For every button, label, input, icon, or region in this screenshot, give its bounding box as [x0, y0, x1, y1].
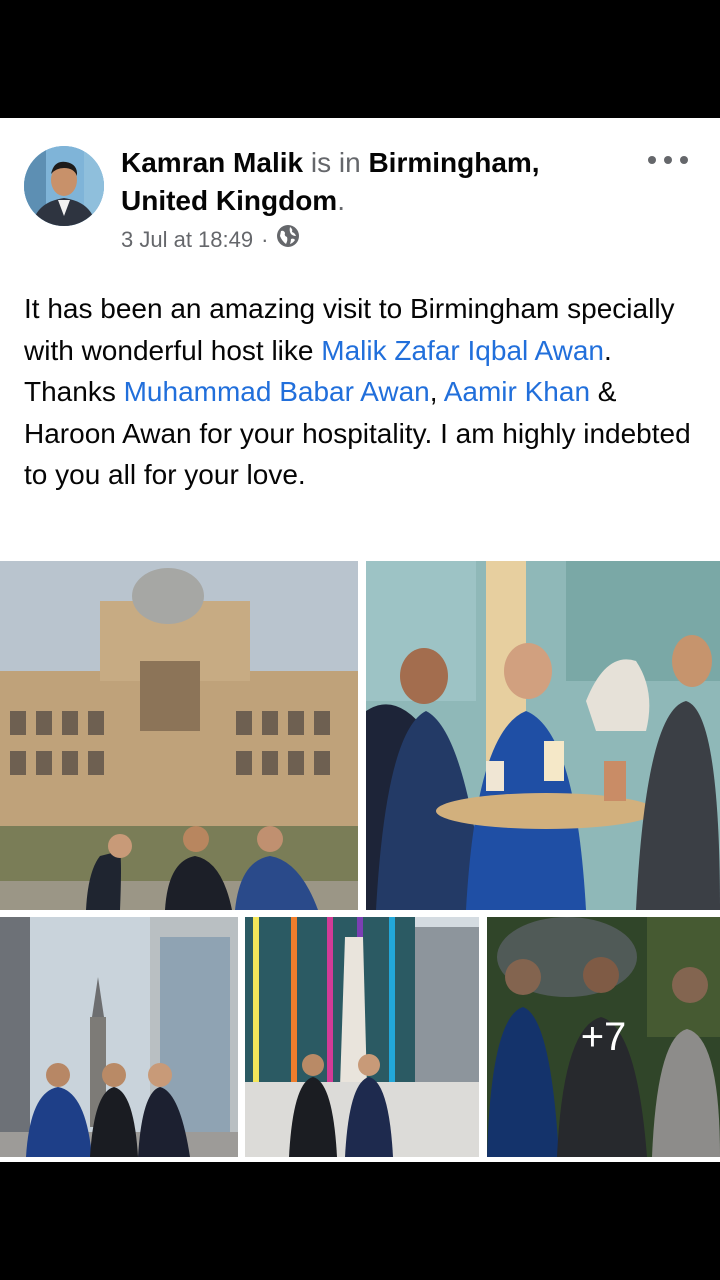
author-name[interactable]: Kamran Malik [121, 147, 303, 178]
post-photo-4[interactable] [245, 917, 479, 1157]
post-photo-5[interactable]: +7 [487, 917, 720, 1157]
more-photos-overlay[interactable]: +7 [487, 917, 720, 1157]
globe-icon[interactable] [276, 224, 300, 256]
author-avatar[interactable] [24, 146, 104, 226]
more-dot [664, 156, 672, 164]
post-photo-1[interactable] [0, 561, 358, 910]
post-timestamp[interactable]: 3 Jul at 18:49 [121, 225, 253, 255]
bottom-black-bar [0, 1162, 720, 1280]
top-black-bar [0, 0, 720, 118]
mention-malik-zafar-iqbal-awan[interactable]: Malik Zafar Iqbal Awan [321, 335, 604, 366]
post-photo-2[interactable] [366, 561, 720, 910]
more-options-icon[interactable] [648, 146, 688, 174]
mention-aamir-khan[interactable]: Aamir Khan [444, 376, 590, 407]
more-dot [648, 156, 656, 164]
location-period: . [337, 185, 345, 216]
post-card: Kamran Malik is in Birmingham, United Ki… [0, 118, 720, 1162]
post-meta: 3 Jul at 18:49 · [121, 224, 300, 256]
more-dot [680, 156, 688, 164]
is-in-text: is in [310, 147, 361, 178]
meta-separator: · [261, 227, 269, 252]
post-text-part: , [429, 376, 444, 407]
post-body: It has been an amazing visit to Birmingh… [24, 288, 696, 496]
post-photo-3[interactable] [0, 917, 238, 1157]
mention-muhammad-babar-awan[interactable]: Muhammad Babar Awan [124, 376, 430, 407]
post-header: Kamran Malik is in Birmingham, United Ki… [121, 144, 621, 220]
